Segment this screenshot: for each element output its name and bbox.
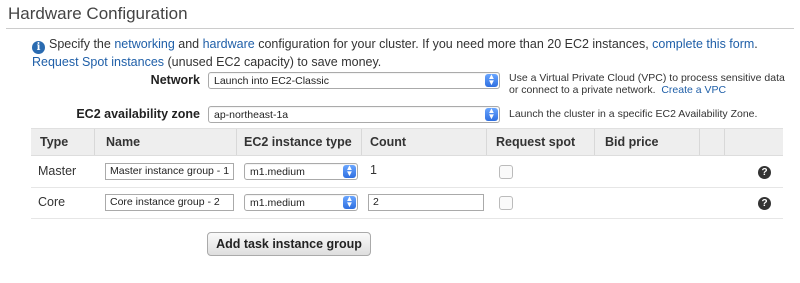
header-bid-price: Bid price	[605, 135, 659, 149]
availability-zone-select[interactable]: ap-northeast-1a ▲ ▼	[208, 106, 500, 123]
network-hint: Use a Virtual Private Cloud (VPC) to pro…	[509, 72, 794, 96]
create-vpc-link[interactable]: Create a VPC	[661, 84, 726, 96]
header-count: Count	[370, 135, 407, 149]
row-type: Master	[38, 164, 77, 178]
updown-chevron-icon: ▲ ▼	[485, 107, 498, 121]
header-name: Name	[106, 135, 141, 149]
header-instance-type: EC2 instance type	[244, 135, 352, 149]
updown-chevron-icon: ▲ ▼	[485, 73, 498, 87]
instance-type-value: m1.medium	[250, 166, 305, 178]
instance-type-select[interactable]: m1.medium ▲ ▼	[244, 194, 358, 211]
column-divider	[486, 129, 487, 155]
column-divider	[724, 129, 725, 155]
table-header: Type Name EC2 instance type Count Reques…	[31, 128, 783, 156]
table-row: Core Core instance group - 2 m1.medium ▲…	[31, 187, 783, 219]
header-type: Type	[40, 135, 69, 149]
section-title: Hardware Configuration	[8, 4, 188, 23]
row-count: 1	[370, 163, 377, 177]
instance-type-select[interactable]: m1.medium ▲ ▼	[244, 163, 358, 180]
hardware-link[interactable]: hardware	[203, 37, 255, 51]
info-text-1: Specify the	[49, 37, 115, 51]
updown-chevron-icon: ▲ ▼	[343, 195, 356, 209]
info-message: i Specify the networking and hardware con…	[32, 36, 792, 70]
column-divider	[361, 129, 362, 155]
column-divider	[236, 129, 237, 155]
network-select-value: Launch into EC2-Classic	[214, 75, 329, 87]
add-task-instance-group-button[interactable]: Add task instance group	[207, 232, 371, 256]
availability-zone-hint: Launch the cluster in a specific EC2 Ava…	[509, 108, 758, 120]
request-spot-checkbox[interactable]	[499, 196, 513, 210]
title-divider	[6, 28, 794, 29]
availability-zone-value: ap-northeast-1a	[214, 109, 289, 121]
info-text-2: and	[174, 37, 203, 51]
info-text-4: .	[754, 37, 758, 51]
column-divider	[94, 129, 95, 155]
help-icon[interactable]: ?	[758, 197, 771, 210]
info-text-3: configuration for your cluster. If you n…	[254, 37, 653, 51]
column-divider	[594, 129, 595, 155]
updown-chevron-icon: ▲ ▼	[343, 164, 356, 178]
network-label: Network	[150, 73, 200, 87]
instance-group-name-input[interactable]: Master instance group - 1	[105, 163, 234, 180]
request-spot-checkbox[interactable]	[499, 165, 513, 179]
column-divider	[699, 129, 700, 155]
instance-group-name-input[interactable]: Core instance group - 2	[105, 194, 234, 211]
request-spot-link[interactable]: Request Spot instances	[32, 55, 164, 69]
instance-count-input[interactable]: 2	[368, 194, 484, 211]
complete-form-link[interactable]: complete this form	[652, 37, 754, 51]
header-request-spot: Request spot	[496, 135, 576, 149]
network-select[interactable]: Launch into EC2-Classic ▲ ▼	[208, 72, 500, 89]
info-icon: i	[32, 41, 45, 54]
instance-type-value: m1.medium	[250, 197, 305, 209]
table-row: Master Master instance group - 1 m1.medi…	[31, 156, 783, 188]
networking-link[interactable]: networking	[114, 37, 174, 51]
row-type: Core	[38, 195, 66, 209]
info-text-5: (unused EC2 capacity) to save money.	[164, 55, 382, 69]
help-icon[interactable]: ?	[758, 166, 771, 179]
network-hint-line-1: Use a Virtual Private Cloud (VPC) to pro…	[509, 72, 785, 84]
availability-zone-label: EC2 availability zone	[76, 107, 200, 121]
network-hint-line-2: or connect to a private network.	[509, 84, 656, 96]
